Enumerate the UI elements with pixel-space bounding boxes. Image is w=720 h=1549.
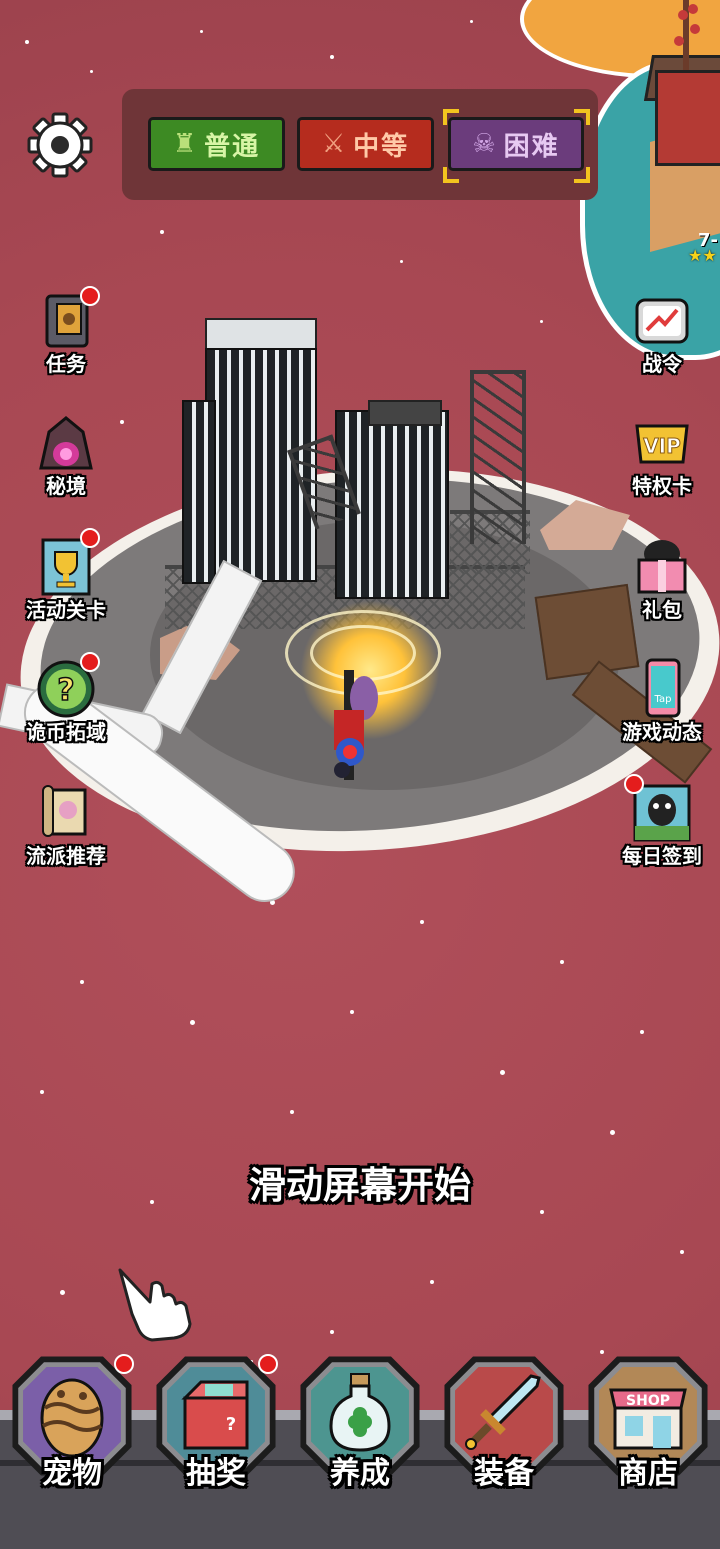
side-item-vip-card[interactable]: VIP 特权卡 xyxy=(614,412,710,512)
vip-icon: VIP xyxy=(635,424,689,464)
notification-badge xyxy=(258,1354,278,1374)
notification-badge xyxy=(80,528,100,548)
tap-phone-icon: Tap xyxy=(645,658,681,718)
side-item-label: 每日签到 xyxy=(622,844,702,868)
side-item-label: 诡币拓域 xyxy=(26,720,106,744)
side-item-gift-pack[interactable]: 礼包 xyxy=(614,536,710,636)
tower-icon: ♜ xyxy=(172,129,197,159)
side-item-label: 战令 xyxy=(642,352,682,376)
side-item-build-recommend[interactable]: 流派推荐 xyxy=(18,782,114,882)
nav-tab-equipment[interactable]: 装备 xyxy=(442,1354,566,1491)
side-item-label: 特权卡 xyxy=(632,474,692,498)
side-item-daily-checkin[interactable]: 每日签到 xyxy=(614,774,710,882)
gift-box-icon xyxy=(637,540,687,594)
side-item-secret-realm[interactable]: 秘境 xyxy=(18,412,114,512)
hero-character xyxy=(320,670,380,790)
notification-badge xyxy=(80,286,100,306)
sword-icon xyxy=(465,1374,541,1450)
difficulty-hard-button[interactable]: ☠ 困难 xyxy=(448,117,584,171)
svg-text:?: ? xyxy=(57,673,74,708)
svg-text:?: ? xyxy=(226,1414,236,1435)
side-item-label: 秘境 xyxy=(46,474,86,498)
side-item-label: 游戏动态 xyxy=(622,720,702,744)
level-stars: ★★ xyxy=(688,246,717,265)
gear-icon xyxy=(27,112,93,178)
skull-icon: ☠ xyxy=(472,129,496,159)
notification-badge xyxy=(114,1354,134,1374)
nav-tab-lottery[interactable]: ? 抽奖 xyxy=(154,1354,278,1491)
side-item-label: 礼包 xyxy=(642,598,682,622)
crossed-swords-icon: ⚔ xyxy=(321,129,346,159)
svg-text:VIP: VIP xyxy=(643,434,681,458)
nav-tab-growth[interactable]: 养成 xyxy=(298,1354,422,1491)
mystery-box-icon: ? xyxy=(181,1380,249,1450)
difficulty-hard-label: 困难 xyxy=(503,131,560,162)
side-item-battle-pass[interactable]: 战令 xyxy=(614,290,710,390)
notification-badge xyxy=(624,774,644,794)
egg-icon xyxy=(40,1378,104,1458)
nav-tab-label: 宠物 xyxy=(42,1456,102,1491)
side-item-tasks[interactable]: 任务 xyxy=(18,286,114,390)
svg-text:Tap: Tap xyxy=(654,694,672,705)
side-item-label: 任务 xyxy=(46,352,86,376)
side-item-coin-domain[interactable]: ? 诡币拓域 xyxy=(18,652,114,758)
shop-icon: SHOP xyxy=(609,1388,687,1450)
nav-tab-label: 商店 xyxy=(618,1456,678,1491)
notification-badge xyxy=(80,652,100,672)
difficulty-normal-label: 普通 xyxy=(204,131,261,162)
difficulty-medium-button[interactable]: ⚔ 中等 xyxy=(297,117,434,171)
tv-chart-icon xyxy=(635,298,689,344)
side-item-event-stage[interactable]: 活动关卡 xyxy=(18,528,114,636)
settings-button[interactable] xyxy=(27,112,93,178)
swipe-to-start-prompt: 滑动屏幕开始 xyxy=(249,1164,471,1207)
difficulty-medium-label: 中等 xyxy=(353,131,410,162)
nav-tab-pets[interactable]: 宠物 xyxy=(10,1354,134,1491)
clover-bottle-icon xyxy=(329,1373,391,1452)
side-item-game-news[interactable]: Tap 游戏动态 xyxy=(614,658,710,758)
nav-tab-label: 养成 xyxy=(330,1456,390,1491)
difficulty-panel: ♜ 普通 ⚔ 中等 ☠ 困难 xyxy=(122,89,598,200)
difficulty-normal-button[interactable]: ♜ 普通 xyxy=(148,117,285,171)
svg-text:SHOP: SHOP xyxy=(626,1393,670,1409)
pointing-hand-icon xyxy=(112,1262,202,1346)
side-item-label: 活动关卡 xyxy=(26,598,106,622)
cave-portal-icon xyxy=(39,416,93,470)
nav-tab-shop[interactable]: SHOP 商店 xyxy=(586,1354,710,1491)
scroll-icon xyxy=(42,785,87,837)
side-item-label: 流派推荐 xyxy=(26,844,106,868)
nav-tab-label: 装备 xyxy=(474,1456,534,1491)
nav-tab-label: 抽奖 xyxy=(186,1456,246,1491)
